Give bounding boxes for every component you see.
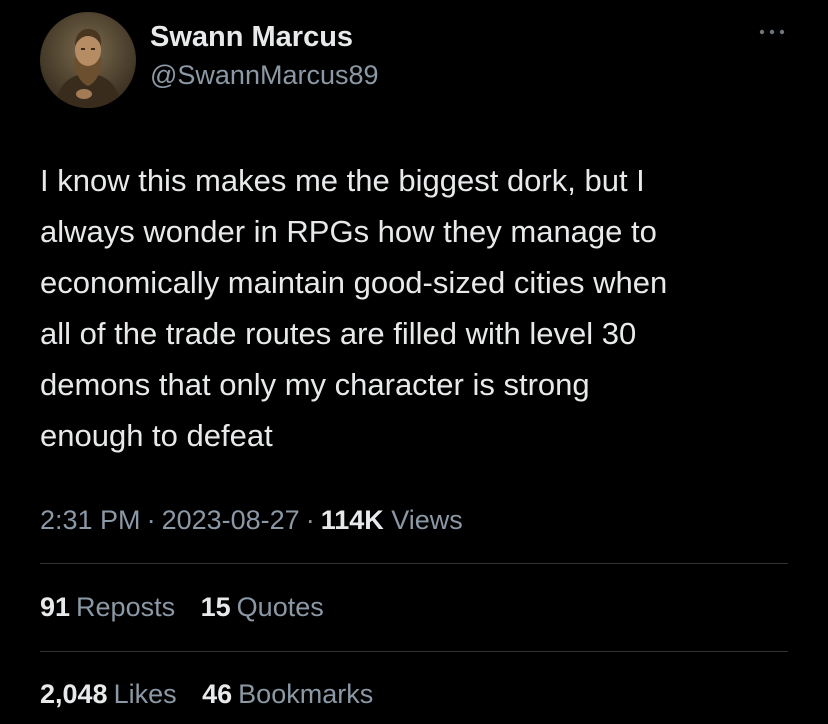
tweet-text-line: economically maintain good-sized cities … — [40, 265, 668, 300]
more-horizontal-icon[interactable] — [756, 24, 788, 40]
tweet-meta: 2:31 PM · 2023-08-27 · 114K Views — [40, 500, 463, 540]
reposts-count: 91 — [40, 592, 71, 622]
bookmarks-count: 46 — [202, 679, 233, 709]
tweet-date[interactable]: 2023-08-27 — [162, 505, 300, 535]
likes-label: Likes — [113, 679, 177, 709]
likes-count: 2,048 — [40, 679, 108, 709]
meta-separator: · — [305, 505, 315, 535]
tweet-header: Swann Marcus @SwannMarcus89 — [40, 12, 788, 108]
stats-row-engagement: 91 Reposts 15 Quotes — [40, 587, 342, 627]
user-handle[interactable]: @SwannMarcus89 — [150, 58, 379, 92]
likes-stat[interactable]: 2,048 Likes — [40, 674, 177, 714]
tweet-text-line: demons that only my character is strong — [40, 367, 590, 402]
stats-row-saves: 2,048 Likes 46 Bookmarks — [40, 674, 391, 714]
tweet-text-line: all of the trade routes are filled with … — [40, 316, 637, 351]
quotes-stat[interactable]: 15 Quotes — [201, 587, 324, 627]
reposts-stat[interactable]: 91 Reposts — [40, 587, 175, 627]
quotes-count: 15 — [200, 592, 231, 622]
avatar[interactable] — [40, 12, 136, 108]
divider — [40, 563, 788, 564]
quotes-label: Quotes — [236, 592, 324, 622]
tweet-text-line: I know this makes me the biggest dork, b… — [40, 163, 645, 198]
tweet-detail: Swann Marcus @SwannMarcus89 I know this … — [0, 0, 828, 724]
views-count: 114K — [320, 505, 384, 535]
user-names: Swann Marcus @SwannMarcus89 — [150, 20, 379, 92]
tweet-text: I know this makes me the biggest dork, b… — [40, 155, 796, 461]
bookmarks-stat[interactable]: 46 Bookmarks — [202, 674, 373, 714]
bookmarks-label: Bookmarks — [238, 679, 374, 709]
display-name[interactable]: Swann Marcus — [150, 20, 379, 54]
portrait-icon — [40, 12, 136, 108]
tweet-time[interactable]: 2:31 PM — [40, 505, 141, 535]
views-label: Views — [391, 505, 463, 535]
tweet-text-line: always wonder in RPGs how they manage to — [40, 214, 657, 249]
divider — [40, 651, 788, 652]
meta-separator: · — [146, 505, 156, 535]
reposts-label: Reposts — [76, 592, 176, 622]
tweet-text-line: enough to defeat — [40, 418, 273, 453]
